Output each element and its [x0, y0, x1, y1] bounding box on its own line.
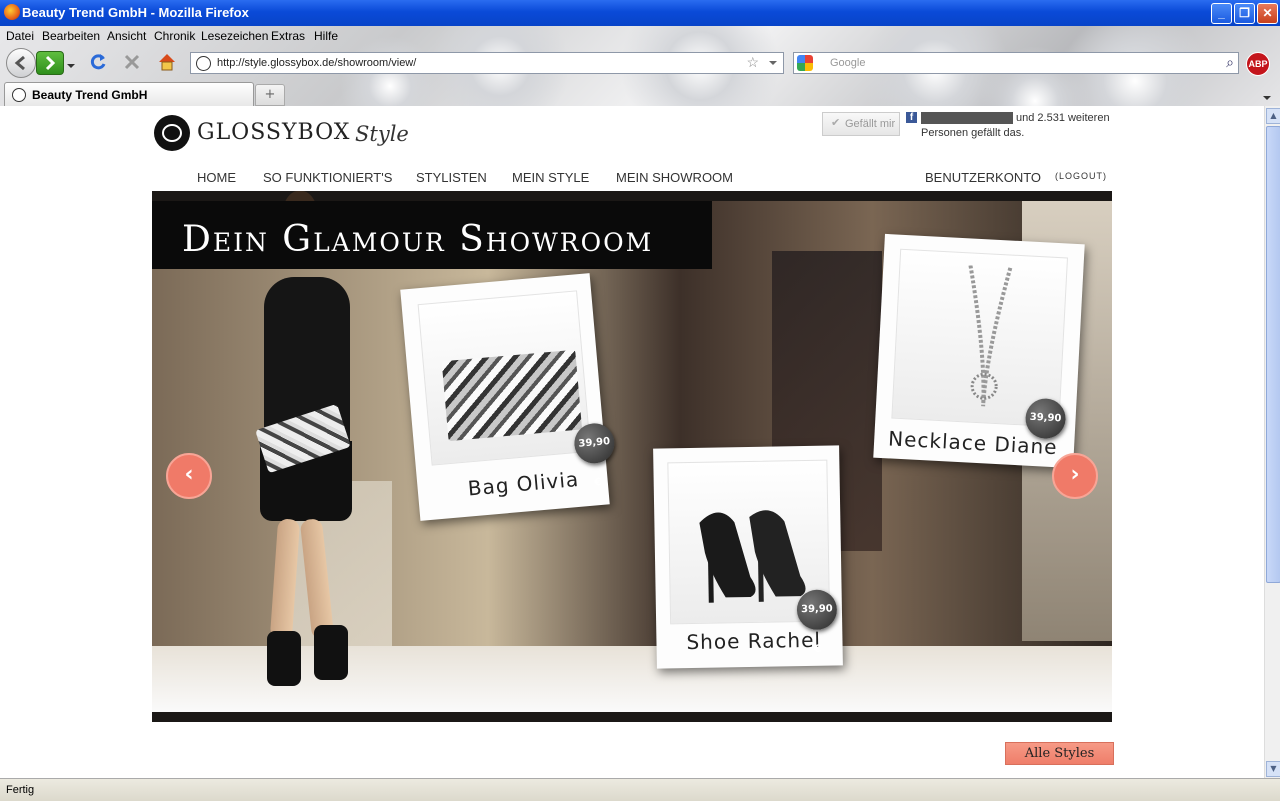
nav-home[interactable]: HOME — [197, 170, 236, 185]
home-icon — [159, 54, 175, 71]
forward-button[interactable] — [36, 51, 64, 75]
window-title: Beauty Trend GmbH - Mozilla Firefox — [22, 5, 249, 20]
product-card-necklace[interactable]: Necklace Diane 39,90 € — [873, 233, 1085, 469]
site-favicon-icon — [196, 56, 211, 71]
tab-favicon-icon — [12, 88, 26, 102]
bookmark-star-icon[interactable]: ☆ — [746, 54, 759, 71]
logout-link[interactable]: (LOGOUT) — [1055, 171, 1107, 181]
like-label: Gefällt mir — [845, 118, 896, 130]
nav-mein-showroom[interactable]: MEIN SHOWROOM — [616, 170, 733, 185]
facebook-like-button[interactable]: ✔ Gefällt mir — [822, 112, 900, 136]
chevron-down-icon — [769, 61, 777, 65]
chevron-down-icon — [1263, 96, 1271, 100]
google-engine-icon[interactable] — [797, 55, 813, 71]
reload-icon — [90, 54, 106, 70]
facebook-suffix: Personen gefällt das. — [921, 127, 1025, 139]
price-badge: 39,90 € — [796, 589, 838, 655]
url-text: http://style.glossybox.de/showroom/view/ — [217, 57, 417, 69]
showroom-banner: Dein Glamour Showroom Bag Olivia 39,90 €… — [152, 191, 1112, 722]
search-placeholder: Google — [830, 57, 866, 69]
status-text: Fertig — [6, 784, 35, 796]
product-card-bag[interactable]: Bag Olivia 39,90 € — [400, 273, 617, 521]
logo-text[interactable]: GLOSSYBOX — [197, 120, 350, 145]
product-card-shoe[interactable]: Shoe Rachel 39,90 € — [653, 445, 843, 669]
minimize-button[interactable]: _ — [1211, 3, 1232, 24]
home-button[interactable] — [156, 51, 178, 77]
nav-benutzerkonto[interactable]: BENUTZERKONTO — [925, 170, 1041, 185]
bag-image — [441, 349, 583, 442]
menu-datei[interactable]: Datei — [6, 29, 34, 43]
menu-chronik[interactable]: Chronik — [154, 29, 195, 43]
menu-bar: Datei Bearbeiten Ansicht Chronik Lesezei… — [0, 26, 480, 46]
necklace-image — [968, 265, 1013, 407]
close-button[interactable]: ✕ — [1257, 3, 1278, 24]
banner-bottom-strip — [152, 712, 1112, 722]
menu-ansicht[interactable]: Ansicht — [107, 29, 146, 43]
model-shoe — [267, 631, 301, 686]
nav-so-funktionierts[interactable]: SO FUNKTIONIERT'S — [263, 170, 392, 185]
price-badge: 39,90 € — [572, 421, 617, 489]
url-bar[interactable]: http://style.glossybox.de/showroom/view/… — [190, 52, 784, 74]
adblock-icon[interactable]: ABP — [1246, 52, 1270, 76]
crown-icon — [162, 124, 182, 142]
product-name: Shoe Rachel — [686, 627, 822, 655]
window-titlebar: Beauty Trend GmbH - Mozilla Firefox _ ❐ … — [0, 0, 1280, 26]
facebook-icon: f — [906, 112, 917, 123]
url-dropdown[interactable] — [769, 58, 777, 70]
carousel-next-button[interactable]: › — [1052, 453, 1098, 499]
stop-icon — [124, 54, 140, 70]
back-arrow-icon — [14, 55, 25, 71]
headline-box: Dein Glamour Showroom — [152, 201, 712, 269]
nav-mein-style[interactable]: MEIN STYLE — [512, 170, 589, 185]
menu-extras[interactable]: Extras — [271, 29, 305, 43]
status-bar: Fertig — [0, 778, 1280, 801]
back-button[interactable] — [6, 48, 36, 78]
new-tab-button[interactable]: + — [255, 84, 285, 106]
all-styles-button[interactable]: Alle Styles — [1005, 742, 1114, 765]
scroll-up-icon[interactable]: ▲ — [1266, 108, 1280, 124]
history-dropdown[interactable] — [66, 56, 76, 75]
page-scrollbar[interactable]: ▲ ▼ — [1264, 106, 1280, 778]
check-icon: ✔ — [831, 117, 841, 129]
menu-hilfe[interactable]: Hilfe — [314, 29, 338, 43]
scroll-down-icon[interactable]: ▼ — [1266, 761, 1280, 777]
nav-stylisten[interactable]: STYLISTEN — [416, 170, 487, 185]
tab-label: Beauty Trend GmbH — [32, 88, 148, 102]
stop-button[interactable] — [122, 52, 142, 76]
reload-button[interactable] — [88, 52, 108, 76]
forward-arrow-icon — [45, 55, 56, 71]
banner-headline: Dein Glamour Showroom — [182, 219, 654, 260]
search-icon[interactable]: ⌕ — [1226, 54, 1234, 71]
product-photo — [417, 290, 592, 466]
tab-list-dropdown[interactable] — [1262, 88, 1272, 107]
maximize-button[interactable]: ❐ — [1234, 3, 1255, 24]
search-bar[interactable]: Google ⌕ — [793, 52, 1239, 74]
logo-subtitle: Style — [355, 122, 409, 146]
carousel-prev-button[interactable]: ‹ — [166, 453, 212, 499]
chevron-down-icon — [67, 64, 75, 68]
facebook-count: und 2.531 weiteren — [1016, 112, 1110, 124]
menu-bearbeiten[interactable]: Bearbeiten — [42, 29, 100, 43]
firefox-icon — [4, 4, 20, 20]
tab-beauty-trend[interactable]: Beauty Trend GmbH — [4, 82, 254, 106]
scroll-thumb[interactable] — [1266, 126, 1280, 583]
model-shoe — [314, 625, 348, 680]
redacted-name — [921, 112, 1013, 124]
menu-lesezeichen[interactable]: Lesezeichen — [201, 29, 268, 43]
product-name: Bag Olivia — [466, 466, 581, 501]
